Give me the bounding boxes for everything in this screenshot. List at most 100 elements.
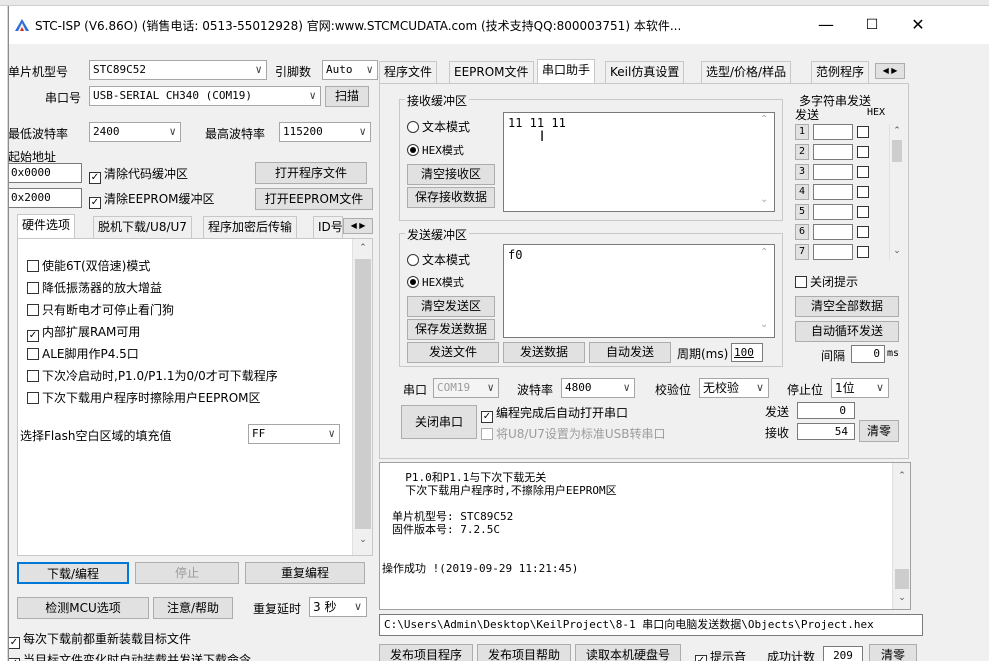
- scan-button[interactable]: 扫描: [325, 86, 369, 107]
- scroll-up-icon[interactable]: ⌃: [893, 471, 911, 481]
- multi-send-button-6[interactable]: 6: [795, 224, 809, 240]
- clear-eeprom-checkbox[interactable]: ✓ 清除EEPROM缓冲区: [89, 190, 215, 209]
- repeat-delay-select[interactable]: 3 秒 ∨: [309, 597, 367, 617]
- send-hex-mode-radio[interactable]: HEX模式: [407, 274, 464, 290]
- options-scrollbar[interactable]: ⌃ ⌄: [352, 239, 372, 555]
- open-eeprom-file-button[interactable]: 打开EEPROM文件: [255, 188, 373, 210]
- auto-loop-send-button[interactable]: 自动循环发送: [795, 321, 899, 342]
- title-bar[interactable]: STC-ISP (V6.86O) (销售电话: 0513-55012928) 官…: [9, 6, 989, 44]
- clear-all-data-button[interactable]: 清空全部数据: [795, 296, 899, 317]
- multi-string-input-7[interactable]: [813, 244, 853, 260]
- download-program-button[interactable]: 下载/编程: [17, 562, 129, 584]
- close-button[interactable]: ✕: [895, 6, 941, 44]
- baud-rate-select[interactable]: 4800 ∨: [561, 378, 635, 398]
- multi-list-scrollbar[interactable]: ⌃ ⌄: [889, 124, 903, 260]
- scroll-down-icon[interactable]: ⌄: [353, 535, 373, 545]
- scroll-thumb[interactable]: [892, 140, 902, 162]
- option-6t-mode[interactable]: 使能6T(双倍速)模式: [27, 257, 150, 274]
- clear-success-count-button[interactable]: 清零: [869, 644, 917, 661]
- parity-select[interactable]: 无校验 ∨: [699, 378, 769, 398]
- multi-string-input-2[interactable]: [813, 144, 853, 160]
- interval-input[interactable]: 0: [851, 345, 885, 363]
- stop-button[interactable]: 停止: [135, 562, 239, 584]
- multi-send-button-5[interactable]: 5: [795, 204, 809, 220]
- multi-send-button-4[interactable]: 4: [795, 184, 809, 200]
- log-scrollbar[interactable]: ⌃ ⌄: [892, 463, 910, 609]
- tab-program-file[interactable]: 程序文件: [379, 61, 438, 83]
- multi-string-input-4[interactable]: [813, 184, 853, 200]
- notes-help-button[interactable]: 注意/帮助: [153, 597, 233, 619]
- clear-send-button[interactable]: 清空发送区: [407, 296, 495, 317]
- tab-selection-price[interactable]: 选型/价格/样品: [701, 61, 792, 83]
- publish-program-button[interactable]: 发布项目程序: [379, 644, 473, 661]
- recv-hex-mode-radio[interactable]: HEX模式: [407, 142, 464, 158]
- send-textarea[interactable]: f0: [503, 244, 775, 338]
- serial-port-select[interactable]: USB-SERIAL CH340 (COM19) ∨: [89, 86, 321, 106]
- minimize-button[interactable]: —: [803, 6, 849, 44]
- stop-bits-select[interactable]: 1位 ∨: [831, 378, 889, 398]
- option-ale-pin[interactable]: ALE脚用作P4.5口: [27, 345, 139, 362]
- close-serial-port-button[interactable]: 关闭串口: [401, 405, 477, 439]
- reload-target-checkbox[interactable]: ✓ 每次下载前都重新装载目标文件: [9, 630, 191, 649]
- option-erase-eeprom[interactable]: 下次下载用户程序时擦除用户EEPROM区: [27, 389, 261, 406]
- tab-offline-download[interactable]: 脱机下载/U8/U7: [93, 216, 192, 238]
- multi-hex-checkbox-1[interactable]: [857, 126, 869, 138]
- tab-sample-programs[interactable]: 范例程序: [811, 61, 870, 83]
- option-internal-ram[interactable]: ✓ 内部扩展RAM可用: [27, 323, 140, 342]
- multi-hex-checkbox-7[interactable]: [857, 246, 869, 258]
- multi-send-button-1[interactable]: 1: [795, 124, 809, 140]
- open-program-file-button[interactable]: 打开程序文件: [255, 162, 367, 184]
- max-baud-select[interactable]: 115200 ∨: [279, 122, 371, 142]
- usb-standard-checkbox[interactable]: 将U8/U7设置为标准USB转串口: [481, 425, 666, 442]
- multi-hex-checkbox-3[interactable]: [857, 166, 869, 178]
- scroll-thumb[interactable]: [895, 569, 909, 589]
- clear-receive-button[interactable]: 清空接收区: [407, 164, 495, 185]
- scroll-up-icon[interactable]: ⌃: [890, 126, 904, 136]
- serial-port-select-disabled[interactable]: COM19 ∨: [433, 378, 499, 398]
- scroll-up-icon[interactable]: ⌃: [760, 114, 768, 125]
- read-disk-id-button[interactable]: 读取本机硬盘号: [575, 644, 681, 661]
- send-data-button[interactable]: 发送数据: [503, 342, 585, 363]
- multi-hex-checkbox-5[interactable]: [857, 206, 869, 218]
- scroll-down-icon[interactable]: ⌄: [760, 194, 768, 205]
- tab-scroll-arrows[interactable]: ◀ ▶: [875, 63, 905, 79]
- publish-help-button[interactable]: 发布项目帮助: [477, 644, 571, 661]
- pin-count-select[interactable]: Auto ∨: [322, 60, 378, 80]
- auto-send-button[interactable]: 自动发送: [589, 342, 671, 363]
- save-send-button[interactable]: 保存发送数据: [407, 319, 495, 340]
- repeat-program-button[interactable]: 重复编程: [245, 562, 365, 584]
- multi-hex-checkbox-4[interactable]: [857, 186, 869, 198]
- multi-hex-checkbox-2[interactable]: [857, 146, 869, 158]
- address1-input[interactable]: 0x0000: [9, 163, 82, 183]
- multi-send-button-3[interactable]: 3: [795, 164, 809, 180]
- detect-mcu-button[interactable]: 检测MCU选项: [17, 597, 149, 619]
- scroll-up-icon[interactable]: ⌃: [760, 247, 768, 258]
- scroll-down-icon[interactable]: ⌄: [890, 246, 904, 256]
- multi-send-button-7[interactable]: 7: [795, 244, 809, 260]
- tab-keil-simulation[interactable]: Keil仿真设置: [605, 61, 685, 83]
- multi-string-input-1[interactable]: [813, 124, 853, 140]
- clear-counts-button[interactable]: 清零: [859, 420, 899, 442]
- tab-serial-assistant[interactable]: 串口助手: [537, 59, 596, 83]
- multi-string-input-3[interactable]: [813, 164, 853, 180]
- tab-scroll-arrows[interactable]: ◀ ▶: [343, 218, 373, 234]
- period-input[interactable]: 100: [731, 343, 763, 362]
- auto-load-checkbox[interactable]: ✓当目标文件变化时自动装载并发送下载命令: [9, 651, 251, 661]
- beep-checkbox[interactable]: ✓ 提示音: [695, 648, 746, 661]
- tab-encrypted-transfer[interactable]: 程序加密后传输: [203, 216, 298, 238]
- receive-textarea[interactable]: 11 11 11: [503, 112, 775, 212]
- scroll-down-icon[interactable]: ⌄: [760, 319, 768, 330]
- scroll-thumb[interactable]: [355, 259, 371, 529]
- option-cold-start[interactable]: 下次冷启动时,P1.0/P1.1为0/0才可下载程序: [27, 367, 278, 384]
- tab-hardware-options[interactable]: 硬件选项: [17, 214, 76, 238]
- send-file-button[interactable]: 发送文件: [407, 342, 499, 363]
- save-receive-button[interactable]: 保存接收数据: [407, 187, 495, 208]
- scroll-down-icon[interactable]: ⌄: [893, 593, 911, 603]
- maximize-button[interactable]: ☐: [849, 6, 895, 44]
- multi-hex-checkbox-6[interactable]: [857, 226, 869, 238]
- min-baud-select[interactable]: 2400 ∨: [89, 122, 181, 142]
- option-reduce-gain[interactable]: 降低振荡器的放大增益: [27, 279, 162, 296]
- option-watchdog[interactable]: 只有断电才可停止看门狗: [27, 301, 174, 318]
- auto-open-port-checkbox[interactable]: ✓ 编程完成后自动打开串口: [481, 404, 628, 423]
- send-text-mode-radio[interactable]: 文本模式: [407, 251, 470, 268]
